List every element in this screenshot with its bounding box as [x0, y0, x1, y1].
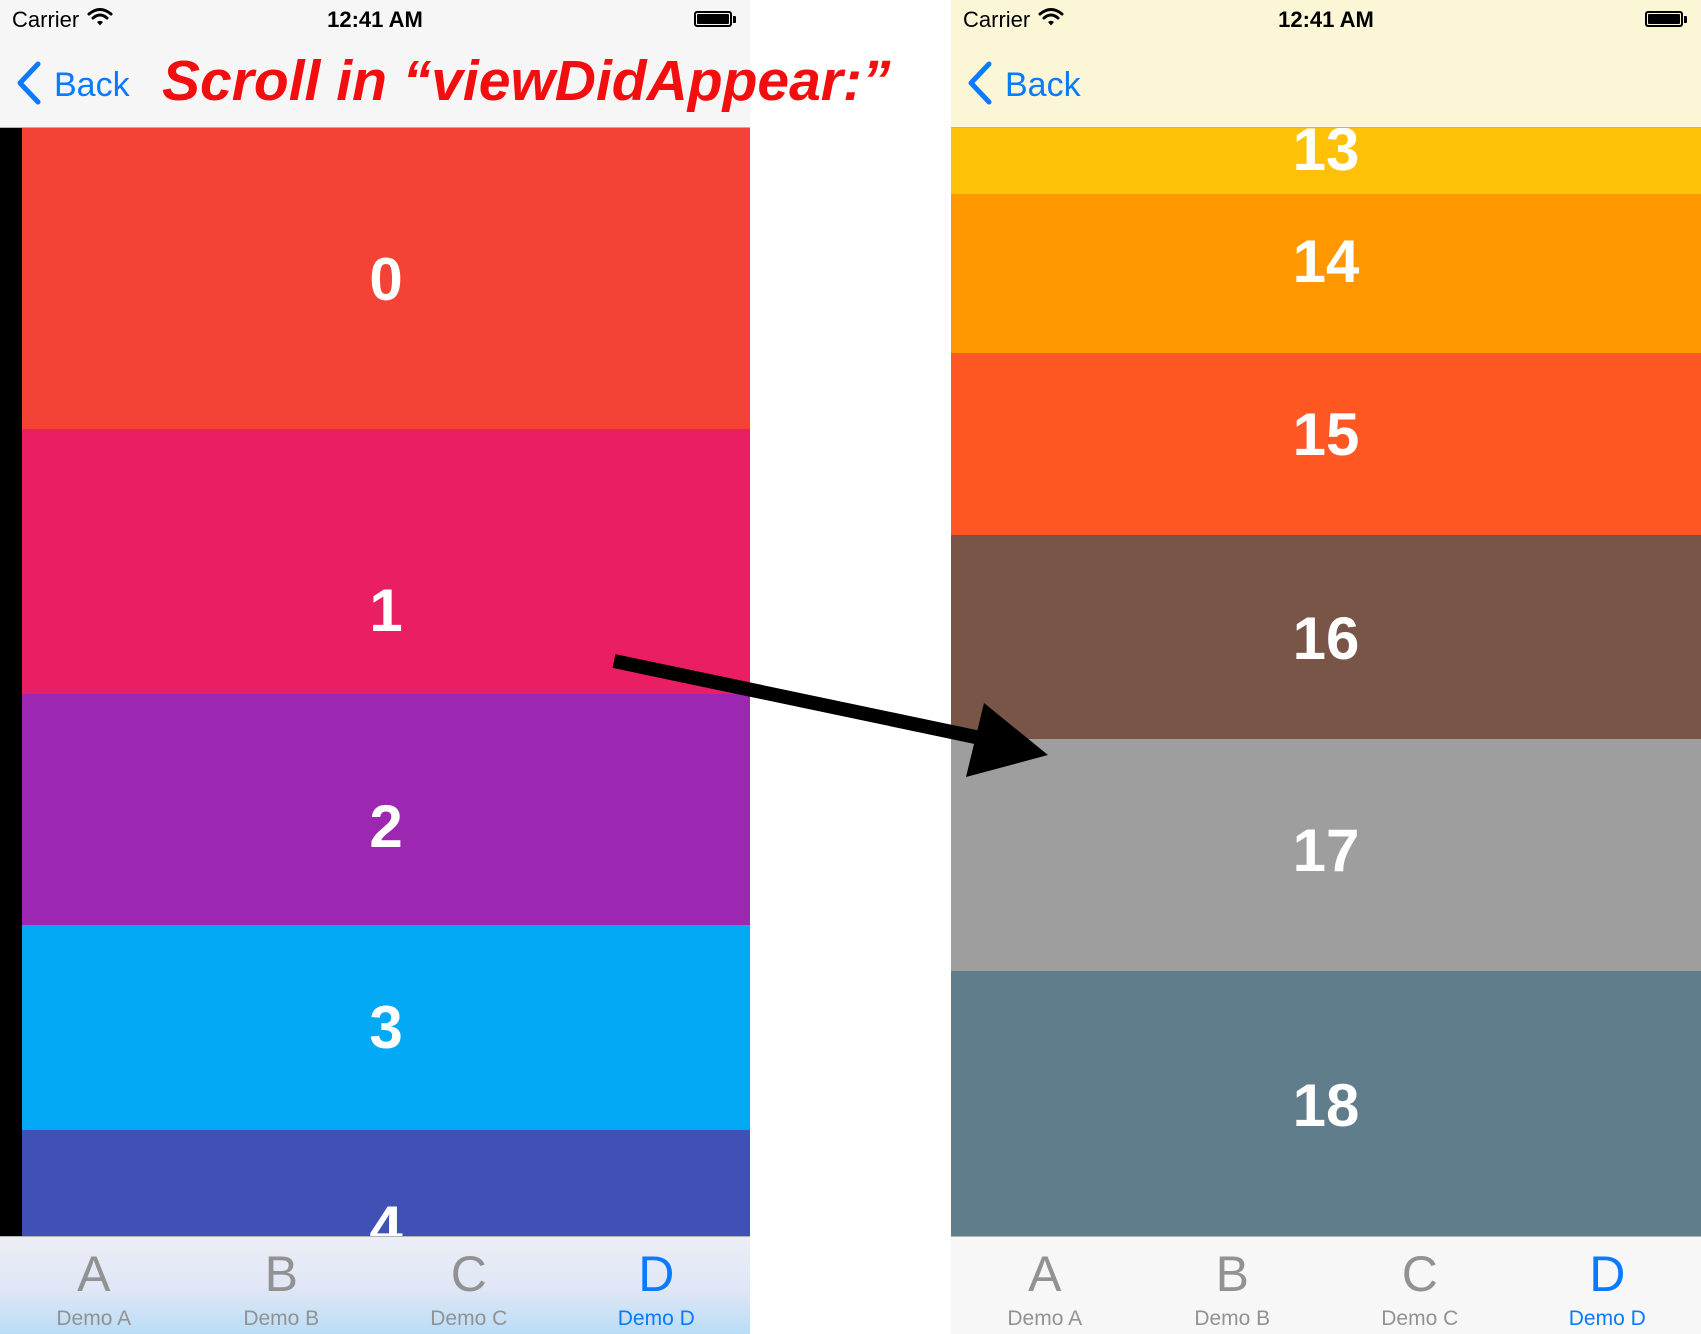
cell-number-label: 13 — [1292, 128, 1360, 183]
comparison-screenshot: 0 1 2 3 4 Carrier 12:41 AM Back A Demo A… — [0, 0, 1701, 1334]
tab-letter-icon: D — [638, 1246, 675, 1302]
battery-icon — [694, 11, 738, 29]
navigation-bar: Carrier 12:41 AM Back — [951, 0, 1701, 128]
tab-demo-a[interactable]: A Demo A — [951, 1237, 1139, 1334]
tab-demo-c[interactable]: C Demo C — [375, 1237, 563, 1334]
cell-number-label: 15 — [1292, 401, 1360, 468]
table-cell[interactable]: 3 — [22, 925, 750, 1130]
table-cell[interactable]: 14 — [951, 194, 1701, 353]
back-label: Back — [1005, 66, 1081, 104]
right-table-view[interactable]: 13 14 15 16 17 18 — [951, 128, 1701, 1236]
table-cell[interactable]: 17 — [951, 739, 1701, 971]
table-cell[interactable]: 2 — [22, 694, 750, 925]
tab-label: Demo D — [1568, 1307, 1646, 1330]
cell-number-label: 16 — [1292, 605, 1360, 672]
tab-letter-icon: B — [1215, 1246, 1249, 1302]
back-button[interactable]: Back — [967, 60, 1081, 110]
table-cell[interactable]: 0 — [22, 128, 750, 429]
tab-label: Demo A — [1007, 1307, 1083, 1330]
tab-label: Demo A — [56, 1307, 132, 1330]
status-time: 12:41 AM — [327, 7, 423, 32]
tab-bar: A Demo A B Demo B C Demo C D Demo D — [951, 1236, 1701, 1334]
cell-number-label: 3 — [369, 994, 403, 1061]
tab-letter-icon: A — [1028, 1246, 1062, 1302]
tab-letter-icon: A — [77, 1246, 111, 1302]
chevron-left-icon — [967, 61, 993, 110]
table-cell[interactable]: 1 — [22, 429, 750, 694]
cell-number-label: 14 — [1292, 228, 1360, 295]
left-edge-bar — [0, 128, 22, 1236]
cell-number-label: 2 — [369, 793, 403, 860]
tab-letter-icon: C — [1401, 1246, 1438, 1302]
battery-icon — [1645, 11, 1689, 29]
cell-number-label: 18 — [1292, 1072, 1360, 1139]
tab-label: Demo D — [617, 1307, 695, 1330]
back-button[interactable]: Back — [16, 60, 130, 110]
chevron-left-icon — [16, 61, 42, 110]
tab-letter-icon: B — [264, 1246, 298, 1302]
back-label: Back — [54, 66, 130, 104]
status-time: 12:41 AM — [1278, 7, 1374, 32]
tab-label: Demo B — [1194, 1307, 1271, 1330]
tab-demo-c[interactable]: C Demo C — [1326, 1237, 1514, 1334]
table-cell[interactable]: 16 — [951, 535, 1701, 739]
left-table-view[interactable]: 0 1 2 3 4 — [22, 128, 750, 1236]
table-cell[interactable]: 18 — [951, 971, 1701, 1236]
tab-demo-b[interactable]: B Demo B — [188, 1237, 376, 1334]
cell-number-label: 4 — [369, 1194, 403, 1237]
tab-label: Demo B — [243, 1307, 320, 1330]
cell-number-label: 17 — [1292, 817, 1360, 884]
table-cell[interactable]: 4 — [22, 1130, 750, 1236]
cell-number-label: 0 — [369, 246, 403, 313]
tab-demo-d[interactable]: D Demo D — [563, 1237, 751, 1334]
table-cell[interactable]: 15 — [951, 353, 1701, 535]
status-bar: Carrier 12:41 AM — [951, 0, 1701, 40]
tab-label: Demo C — [430, 1307, 508, 1330]
tab-demo-b[interactable]: B Demo B — [1139, 1237, 1327, 1334]
tab-bar: A Demo A B Demo B C Demo C D Demo D — [0, 1236, 750, 1334]
status-bar: Carrier 12:41 AM — [0, 0, 750, 40]
tab-label: Demo C — [1381, 1307, 1459, 1330]
tab-letter-icon: C — [450, 1246, 487, 1302]
tab-demo-d[interactable]: D Demo D — [1514, 1237, 1701, 1334]
annotation-title: Scroll in “viewDidAppear:” — [162, 49, 891, 113]
table-cell[interactable]: 13 — [951, 128, 1701, 194]
cell-number-label: 1 — [369, 577, 403, 644]
tab-demo-a[interactable]: A Demo A — [0, 1237, 188, 1334]
right-phone-screen: 13 14 15 16 17 18 Carrier 12:41 AM Back … — [951, 0, 1701, 1334]
tab-letter-icon: D — [1589, 1246, 1626, 1302]
left-phone-screen: 0 1 2 3 4 Carrier 12:41 AM Back A Demo A… — [0, 0, 750, 1334]
